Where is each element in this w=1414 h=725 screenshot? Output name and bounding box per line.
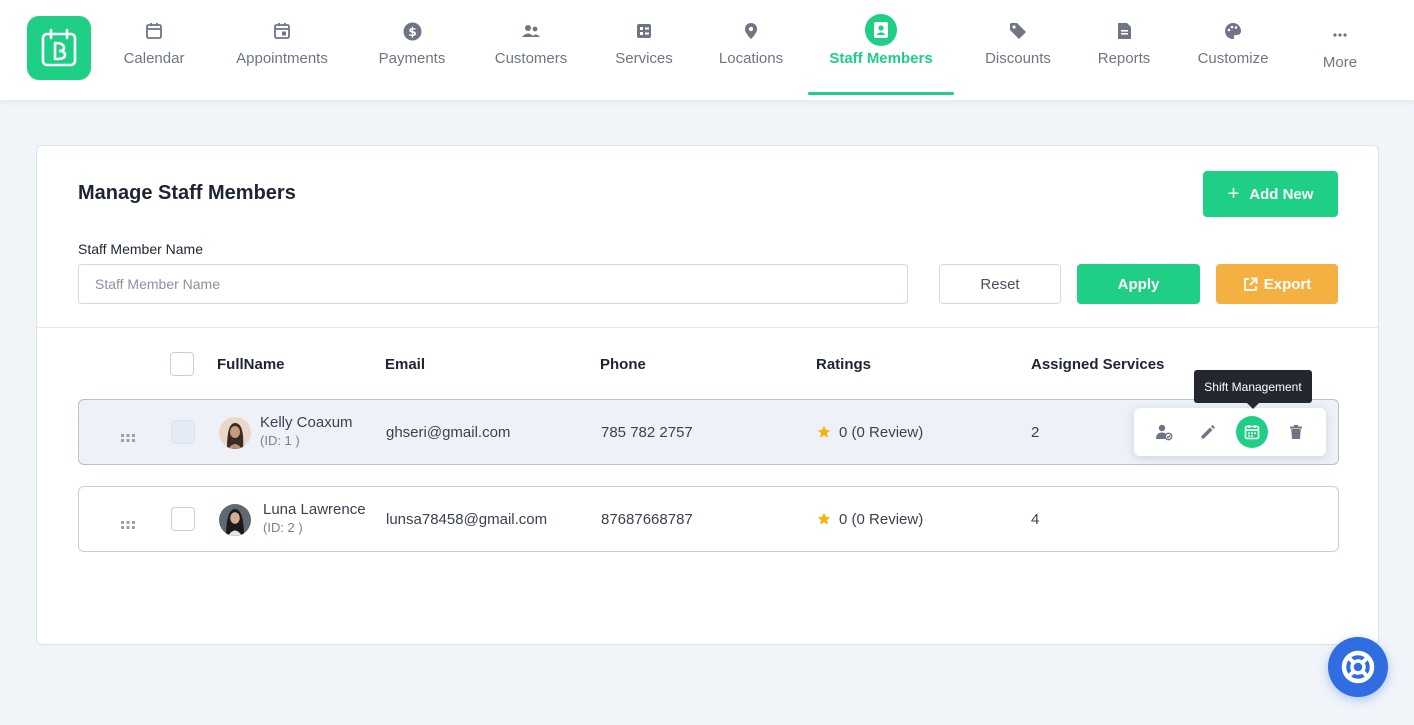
nav-label-staff-members: Staff Members (829, 50, 933, 67)
staff-rating: 0 (0 Review) (817, 487, 923, 551)
filter-label: Staff Member Name (78, 241, 204, 257)
nav-label-services: Services (615, 50, 673, 67)
edit-pencil-icon (1201, 425, 1215, 439)
ellipsis-icon (1332, 24, 1348, 46)
staff-name: Kelly Coaxum (260, 414, 353, 431)
shift-management-button[interactable] (1236, 416, 1268, 448)
nav-staff-members[interactable]: Staff Members (808, 0, 954, 100)
row-checkbox[interactable] (171, 507, 195, 531)
nav-reports[interactable]: Reports (1082, 0, 1166, 100)
delete-button[interactable] (1280, 416, 1312, 448)
nav-label-calendar: Calendar (123, 50, 185, 67)
staff-name-block: Kelly Coaxum (ID: 1 ) (260, 414, 353, 448)
avatar (219, 417, 251, 449)
nav-services[interactable]: Services (594, 0, 694, 100)
add-new-label: Add New (1249, 185, 1314, 203)
booking-logo-icon (41, 28, 77, 67)
star-icon (817, 425, 831, 439)
export-button[interactable]: Export (1216, 264, 1338, 304)
row-checkbox[interactable] (171, 420, 195, 444)
header-assigned-services: Assigned Services (1031, 356, 1165, 373)
header-fullname: FullName (217, 356, 285, 373)
staff-email: ghseri@gmail.com (386, 423, 511, 441)
nav-customize[interactable]: Customize (1166, 0, 1300, 100)
appointments-icon (273, 20, 291, 42)
app-logo[interactable] (27, 16, 91, 80)
staff-phone: 785 782 2757 (601, 423, 693, 441)
reset-button[interactable]: Reset (939, 264, 1061, 304)
export-icon (1243, 277, 1258, 292)
staff-name: Luna Lawrence (263, 501, 366, 518)
nav-more[interactable]: More (1300, 0, 1380, 100)
svg-text:$: $ (408, 25, 416, 39)
nav-label-reports: Reports (1097, 50, 1151, 67)
nav-appointments[interactable]: Appointments (208, 0, 356, 100)
staff-email: lunsa78458@gmail.com (386, 510, 548, 528)
staff-id: (ID: 1 ) (260, 433, 300, 448)
table-row[interactable]: Luna Lawrence (ID: 2 ) lunsa78458@gmail.… (78, 486, 1339, 552)
shift-management-tooltip: Shift Management (1194, 370, 1312, 409)
staff-rating: 0 (0 Review) (817, 400, 923, 464)
palette-icon (1224, 20, 1242, 42)
nav-payments[interactable]: $ Payments (356, 0, 468, 100)
star-icon (817, 512, 831, 526)
nav-locations[interactable]: Locations (694, 0, 808, 100)
calendar-icon (145, 20, 163, 42)
row-actions-popover (1134, 408, 1326, 456)
nav-label-more: More (1322, 54, 1358, 71)
nav-calendar[interactable]: Calendar (100, 0, 208, 100)
assigned-services-count: 2 (1031, 423, 1040, 441)
nav-label-customize: Customize (1197, 50, 1269, 67)
nav-label-customers: Customers (494, 50, 568, 67)
help-support-button[interactable] (1328, 637, 1388, 697)
nav-label-appointments: Appointments (236, 50, 328, 67)
page-title: Manage Staff Members (78, 182, 296, 204)
special-days-icon (1156, 424, 1173, 441)
dollar-icon: $ (403, 20, 422, 42)
nav-discounts[interactable]: Discounts (954, 0, 1082, 100)
staff-badge-icon (865, 14, 897, 46)
staff-phone: 87687668787 (601, 510, 693, 528)
trash-icon (1290, 425, 1302, 439)
nav-label-locations: Locations (718, 50, 784, 67)
services-icon (636, 20, 652, 42)
apply-button[interactable]: Apply (1077, 264, 1200, 304)
plus-icon: + (1227, 183, 1240, 205)
special-days-button[interactable] (1148, 416, 1180, 448)
drag-handle-icon[interactable] (121, 516, 135, 534)
nav-customers[interactable]: Customers (468, 0, 594, 100)
location-pin-icon (744, 20, 758, 42)
staff-name-block: Luna Lawrence (ID: 2 ) (263, 501, 366, 535)
top-navigation-bar: Calendar Appointments $ Payments Custome… (0, 0, 1414, 100)
main-nav: Calendar Appointments $ Payments Custome… (100, 0, 1380, 100)
report-icon (1117, 20, 1132, 42)
drag-handle-icon[interactable] (121, 429, 135, 447)
staff-name-search-input[interactable] (78, 264, 908, 304)
lifebuoy-icon (1341, 650, 1375, 684)
header-email: Email (385, 356, 426, 373)
edit-button[interactable] (1192, 416, 1224, 448)
assigned-services-count: 4 (1031, 510, 1040, 528)
shift-calendar-icon (1244, 425, 1260, 440)
export-label: Export (1263, 275, 1312, 293)
add-new-button[interactable]: + Add New (1203, 171, 1338, 217)
rating-text: 0 (0 Review) (839, 423, 924, 441)
staff-members-card: Manage Staff Members + Add New Staff Mem… (36, 145, 1379, 645)
nav-label-discounts: Discounts (985, 50, 1051, 67)
header-ratings: Ratings (816, 356, 872, 373)
nav-label-payments: Payments (378, 50, 446, 67)
staff-id: (ID: 2 ) (263, 520, 303, 535)
section-divider (37, 327, 1378, 328)
rating-text: 0 (0 Review) (839, 510, 924, 528)
avatar (219, 504, 251, 536)
tag-icon (1009, 20, 1027, 42)
customers-icon (521, 20, 541, 42)
header-phone: Phone (600, 356, 646, 373)
select-all-checkbox[interactable] (170, 352, 194, 376)
